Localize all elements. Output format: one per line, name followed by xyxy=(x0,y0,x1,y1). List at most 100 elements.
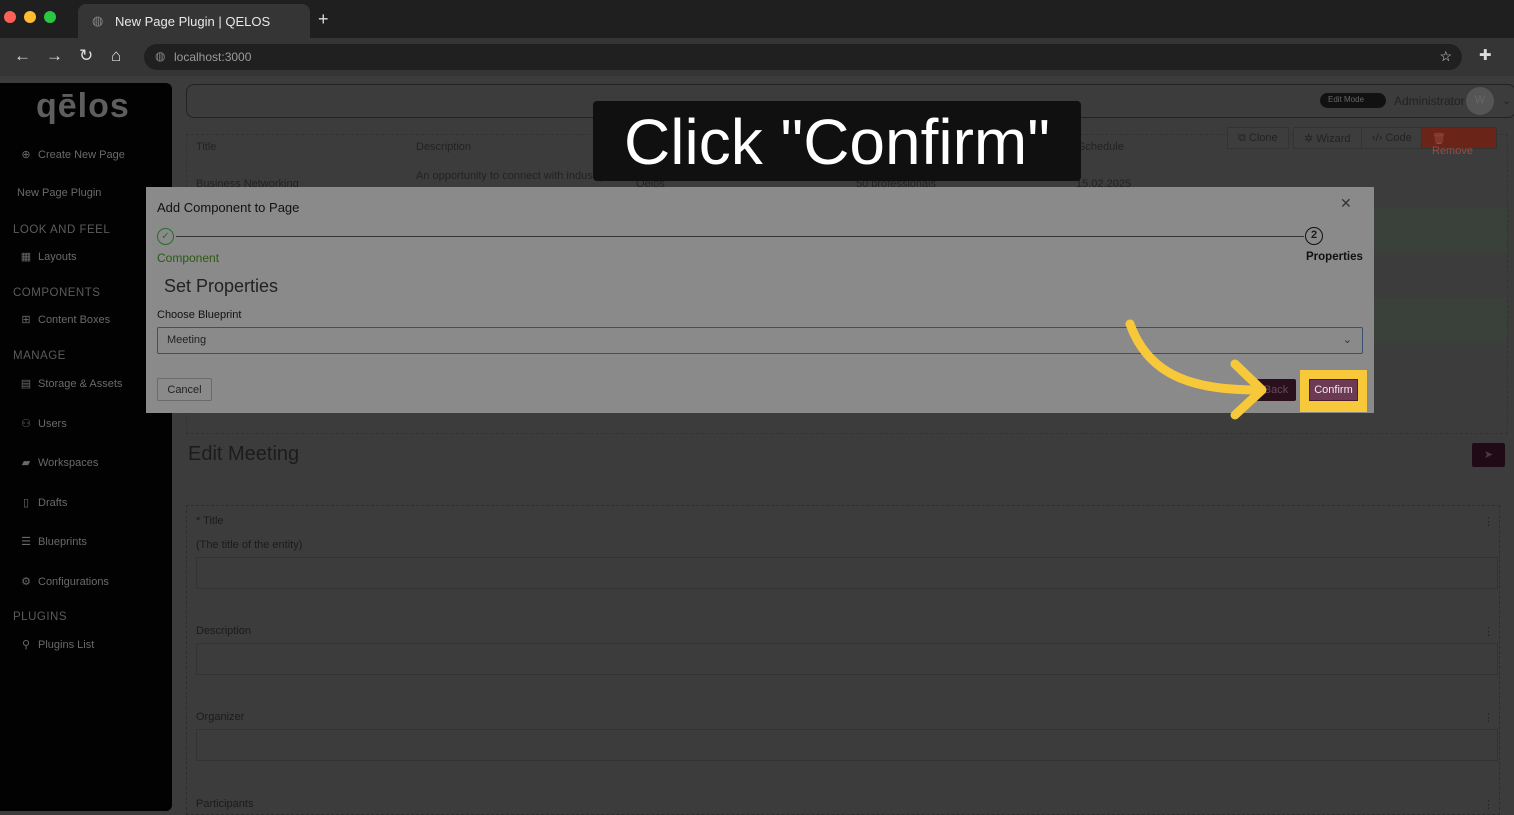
label: Users xyxy=(38,418,67,430)
clone-button[interactable]: ⧉ Clone xyxy=(1227,127,1289,149)
step-properties: Properties xyxy=(1306,251,1363,263)
label: Storage & Assets xyxy=(38,378,123,390)
send-icon: ➤ xyxy=(1483,449,1494,461)
logo: qēlos xyxy=(36,87,130,125)
minimize-window-button[interactable] xyxy=(24,11,36,23)
user-name[interactable]: Administrator xyxy=(1394,94,1465,108)
more-icon[interactable]: ⋮ xyxy=(1483,711,1494,724)
section-heading: LOOK AND FEEL xyxy=(13,224,111,236)
field-label-description: Description xyxy=(196,625,252,637)
sidebar-item-content-boxes[interactable]: ⊞ Content Boxes xyxy=(19,313,110,326)
more-icon[interactable]: ⋮ xyxy=(1483,798,1494,811)
label: Code xyxy=(1385,132,1412,144)
cancel-button[interactable]: Cancel xyxy=(157,378,212,401)
organizer-input[interactable] xyxy=(196,729,1498,761)
remove-button[interactable]: 🗑 Remove xyxy=(1421,127,1497,157)
field-hint: (The title of the entity) xyxy=(196,539,303,551)
forward-arrow-icon[interactable]: → xyxy=(46,46,63,66)
chevron-down-icon: ⌄ xyxy=(1342,334,1352,346)
document-icon: ▯ xyxy=(22,497,30,509)
tab-title: New Page Plugin | QELOS xyxy=(115,14,271,29)
sidebar-item-new-page-plugin[interactable]: New Page Plugin xyxy=(17,187,101,199)
storage-icon: ▤ xyxy=(20,378,32,390)
pointer-arrow-icon xyxy=(1125,319,1267,420)
field-label-participants: Participants xyxy=(196,798,254,810)
sidebar-item-workspaces[interactable]: ▰ Workspaces xyxy=(19,456,99,469)
label: Title xyxy=(203,515,224,527)
edit-mode-toggle[interactable]: Edit Mode xyxy=(1320,93,1386,108)
field-label-title: * Title xyxy=(196,515,224,527)
column-header: Description xyxy=(416,141,472,153)
address-bar[interactable]: ◍ localhost:3000 ☆ xyxy=(144,44,1462,70)
section-heading: Set Properties xyxy=(164,276,279,296)
label: Clone xyxy=(1248,132,1278,144)
globe-icon: ◍ xyxy=(92,13,104,28)
site-info-icon: ◍ xyxy=(155,49,166,63)
sidebar-item-plugins-list[interactable]: ⚲ Plugins List xyxy=(19,638,94,651)
more-icon[interactable]: ⋮ xyxy=(1483,515,1494,528)
field-label-organizer: Organizer xyxy=(196,711,245,723)
step-component: Component xyxy=(157,251,220,265)
table-cell: An opportunity to connect with industry xyxy=(416,170,605,182)
sidebar-item-drafts[interactable]: ▯ Drafts xyxy=(19,496,67,509)
label: Workspaces xyxy=(38,457,99,469)
required-marker: * xyxy=(196,515,201,527)
label: Blueprints xyxy=(38,536,87,548)
label: Remove xyxy=(1432,145,1473,157)
url-text: localhost:3000 xyxy=(174,50,252,64)
dialog-title: Add Component to Page xyxy=(157,200,300,215)
label: Layouts xyxy=(38,251,77,263)
label: Create New Page xyxy=(38,149,125,161)
extensions-icon[interactable]: ✚ xyxy=(1479,46,1492,64)
title-input[interactable] xyxy=(196,557,1498,589)
clone-icon: ⧉ xyxy=(1238,132,1249,144)
description-input[interactable] xyxy=(196,643,1498,675)
gear-icon: ⚙ xyxy=(21,576,31,588)
home-icon[interactable]: ⌂ xyxy=(111,46,121,66)
code-button[interactable]: ‹/› Code xyxy=(1361,127,1423,149)
close-icon[interactable]: ✕ xyxy=(1340,195,1352,212)
create-new-page-button[interactable]: ⊕ Create New Page xyxy=(19,148,125,161)
label: Plugins List xyxy=(38,639,95,651)
section-heading: MANAGE xyxy=(13,350,66,362)
label: Configurations xyxy=(38,576,109,588)
label: Drafts xyxy=(38,497,68,509)
send-button[interactable]: ➤ xyxy=(1472,443,1505,467)
confirm-button[interactable]: Confirm xyxy=(1309,379,1358,401)
sidebar-item-configurations[interactable]: ⚙ Configurations xyxy=(19,575,109,588)
section-heading: COMPONENTS xyxy=(13,287,101,299)
browser-tab[interactable]: ◍ New Page Plugin | QELOS xyxy=(78,4,310,38)
label: Content Boxes xyxy=(38,314,111,326)
wizard-button[interactable]: ✲ Wizard xyxy=(1293,127,1362,149)
sidebar-item-layouts[interactable]: ▦ Layouts xyxy=(19,250,77,263)
check-icon: ✓ xyxy=(157,228,174,245)
new-tab-button[interactable]: + xyxy=(318,9,329,30)
step-number: 2 xyxy=(1305,227,1323,245)
box-icon: ⊞ xyxy=(21,314,31,326)
page-title: Edit Meeting xyxy=(188,443,300,465)
reload-icon[interactable]: ↻ xyxy=(79,46,93,66)
sidebar-item-storage[interactable]: ▤ Storage & Assets xyxy=(19,377,123,390)
section-heading: PLUGINS xyxy=(13,611,67,623)
avatar[interactable]: W xyxy=(1466,87,1494,115)
more-icon[interactable]: ⋮ xyxy=(1483,625,1494,638)
plus-circle-icon: ⊕ xyxy=(21,149,31,161)
briefcase-icon: ▰ xyxy=(21,457,31,469)
users-icon: ⚇ xyxy=(21,418,31,430)
browser-tab-bar: ◍ New Page Plugin | QELOS + xyxy=(0,0,1514,38)
maximize-window-button[interactable] xyxy=(44,11,56,23)
column-header: Schedule xyxy=(1078,141,1124,153)
star-icon[interactable]: ☆ xyxy=(1439,48,1452,65)
step-connector xyxy=(176,236,1304,237)
browser-toolbar: ← → ↻ ⌂ ◍ localhost:3000 ☆ ✚ xyxy=(0,38,1514,76)
instruction-overlay: Click "Confirm" xyxy=(593,101,1081,181)
back-arrow-icon[interactable]: ← xyxy=(14,46,31,66)
plug-icon: ⚲ xyxy=(21,639,31,651)
field-label: Choose Blueprint xyxy=(157,309,242,321)
sidebar-item-users[interactable]: ⚇ Users xyxy=(19,417,67,430)
label: Wizard xyxy=(1316,133,1351,145)
chevron-down-icon[interactable]: ⌄ xyxy=(1502,94,1511,107)
database-icon: ☰ xyxy=(21,536,31,548)
close-window-button[interactable] xyxy=(4,11,16,23)
sidebar-item-blueprints[interactable]: ☰ Blueprints xyxy=(19,535,87,548)
